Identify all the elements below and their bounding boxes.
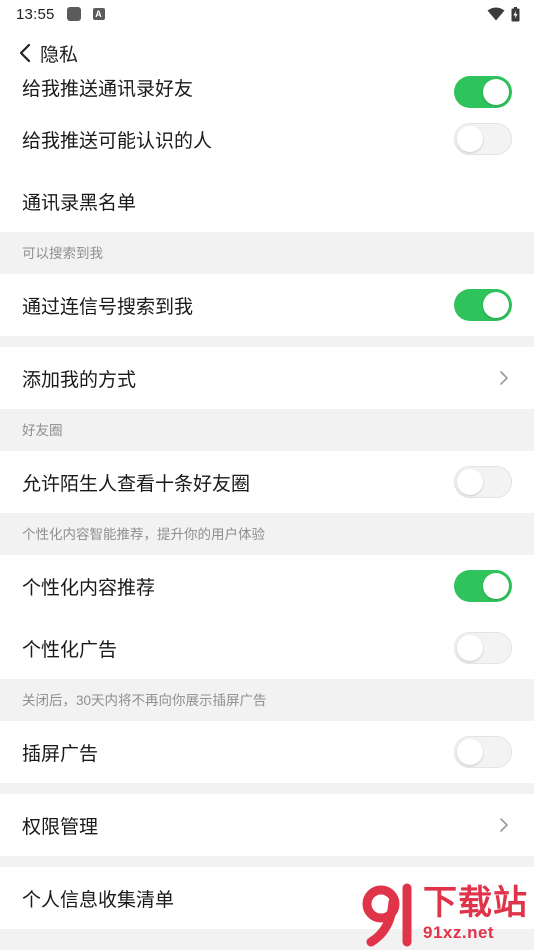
row-label: 通讯录黑名单 (22, 192, 137, 214)
row-label: 个性化广告 (22, 639, 118, 661)
row-label: 插屏广告 (22, 743, 99, 765)
row-label: 允许陌生人查看十条好友圈 (22, 473, 251, 495)
push-contacts-toggle[interactable] (454, 76, 512, 108)
section-gap (0, 336, 534, 347)
row-personalized-content[interactable]: 个性化内容推荐 (0, 555, 534, 617)
section-header-searchable: 可以搜索到我 (0, 232, 534, 274)
row-contacts-blacklist[interactable]: 通讯录黑名单 (0, 170, 534, 232)
stranger-view-moments-toggle[interactable] (454, 466, 512, 498)
personalized-content-toggle[interactable] (454, 570, 512, 602)
section-gap (0, 783, 534, 794)
row-label: 权限管理 (22, 816, 99, 838)
interstitial-ads-toggle[interactable] (454, 736, 512, 768)
notification-icon (66, 7, 81, 21)
personalized-ads-toggle[interactable] (454, 632, 512, 664)
push-people-may-know-toggle[interactable] (454, 123, 512, 155)
row-push-contacts[interactable]: 给我推送通讯录好友 (0, 76, 534, 108)
section-gap (0, 856, 534, 867)
wifi-icon (487, 7, 505, 21)
row-label: 个人信息收集清单 (22, 889, 175, 911)
row-label: 添加我的方式 (22, 369, 137, 391)
chevron-right-icon (500, 371, 508, 385)
header-bar: 隐私 (0, 28, 534, 78)
row-label: 个性化内容推荐 (22, 577, 156, 599)
row-label: 通过连信号搜索到我 (22, 296, 194, 318)
chevron-right-icon (500, 818, 508, 832)
battery-charging-icon (511, 6, 520, 21)
settings-list: 给我推送通讯录好友 给我推送可能认识的人 通讯录黑名单 可以搜索到我 通过连信号… (0, 76, 534, 929)
status-bar: 13:55 A (0, 0, 534, 28)
section-header-moments: 好友圈 (0, 409, 534, 451)
row-permission-management[interactable]: 权限管理 (0, 794, 534, 856)
row-stranger-view-moments[interactable]: 允许陌生人查看十条好友圈 (0, 451, 534, 513)
row-search-by-id[interactable]: 通过连信号搜索到我 (0, 274, 534, 336)
row-label: 给我推送通讯录好友 (22, 79, 194, 100)
status-time: 13:55 (16, 5, 55, 23)
accessibility-badge-icon: A (92, 8, 105, 20)
row-push-people-may-know[interactable]: 给我推送可能认识的人 (0, 108, 534, 170)
back-arrow-icon[interactable] (16, 43, 36, 63)
row-personal-info-list[interactable]: 个人信息收集清单 (0, 867, 534, 929)
section-header-personalization: 个性化内容智能推荐，提升你的用户体验 (0, 513, 534, 555)
privacy-settings-screen: 13:55 A 隐私 给我推送通讯录好友 给我推送可能认识的人 通讯录黑名单 可… (0, 0, 534, 950)
page-title: 隐私 (40, 44, 79, 66)
row-add-me-methods[interactable]: 添加我的方式 (0, 347, 534, 409)
row-interstitial-ads[interactable]: 插屏广告 (0, 721, 534, 783)
row-label: 给我推送可能认识的人 (22, 130, 213, 152)
row-personalized-ads[interactable]: 个性化广告 (0, 617, 534, 679)
section-note-interstitial: 关闭后，30天内将不再向你展示插屏广告 (0, 679, 534, 721)
search-by-id-toggle[interactable] (454, 289, 512, 321)
